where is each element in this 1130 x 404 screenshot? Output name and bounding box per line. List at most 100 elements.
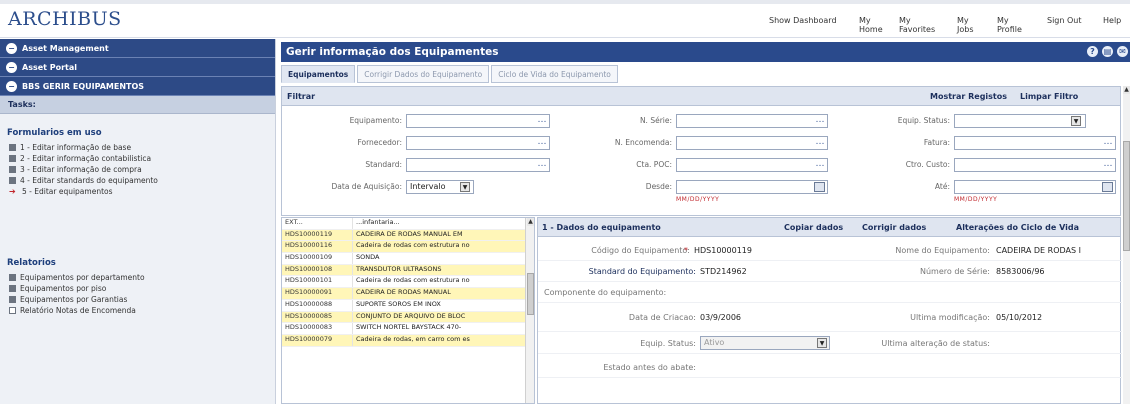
list-item[interactable]: HDS10000108 TRANSDUTOR ULTRASONS	[282, 264, 534, 277]
standard-input[interactable]	[406, 158, 550, 172]
dropdown-arrow-icon[interactable]: ▼	[460, 182, 470, 192]
my-profile-link[interactable]: My Profile	[988, 16, 1038, 34]
equipment-description: Cadeira de rodas, em carro com es	[356, 334, 470, 343]
lookup-icon[interactable]: …	[814, 115, 826, 129]
lifecycle-changes-button[interactable]: Alterações do Ciclo de Vida	[956, 223, 1079, 232]
list-item[interactable]: HDS10000116 Cadeira de rodas com estrutur…	[282, 241, 534, 254]
list-item-selected[interactable]: HDS10000119 CADEIRA DE RODAS MANUAL EM	[282, 229, 534, 242]
module-asset-portal[interactable]: − Asset Portal	[0, 58, 275, 77]
nome-value[interactable]: CADEIRA DE RODAS I	[996, 246, 1081, 255]
tab-ciclo-vida[interactable]: Ciclo de Vida do Equipamento	[491, 65, 618, 83]
list-item[interactable]: HDS10000083 SWITCH NORTEL BAYSTACK 470-	[282, 323, 534, 335]
equipment-description: ...infantaria...	[356, 218, 400, 226]
ultima-status-label: Ultima alteração de status:	[881, 339, 990, 348]
nav-report-3[interactable]: Equipamentos por Garantias	[0, 294, 275, 305]
module-label: Asset Portal	[22, 62, 78, 72]
ate-input[interactable]	[954, 180, 1116, 194]
report-grid-icon	[9, 296, 16, 303]
fatura-input[interactable]	[954, 136, 1116, 150]
lookup-icon[interactable]: …	[814, 159, 826, 173]
detail-header: 1 - Dados do equipamento Copiar dados Co…	[538, 218, 1120, 237]
module-bbs-gerir-equipamentos[interactable]: − BBS GERIR EQUIPAMENTOS	[0, 77, 275, 96]
correct-data-button[interactable]: Corrigir dados	[862, 223, 926, 232]
codigo-value[interactable]: HDS10000119	[694, 246, 752, 255]
nav-form-3[interactable]: 3 - Editar informação de compra	[0, 164, 275, 175]
calendar-icon[interactable]	[814, 182, 825, 192]
forms-section-title: Formularios em uso	[7, 128, 102, 138]
equipamento-label: Equipamento:	[349, 116, 402, 125]
status-select[interactable]: Ativo	[700, 336, 830, 350]
tab-equipamentos[interactable]: Equipamentos	[281, 65, 356, 83]
scroll-up-icon[interactable]: ▲	[1123, 86, 1130, 94]
email-icon[interactable]: ✉	[1117, 46, 1128, 57]
standard-value[interactable]: STD214962	[700, 267, 747, 276]
print-icon[interactable]: ▤	[1102, 46, 1113, 57]
list-item[interactable]: HDS10000109 SONDA	[282, 253, 534, 265]
help-link[interactable]: Help	[1094, 16, 1124, 34]
lookup-icon[interactable]: …	[536, 115, 548, 129]
cta-poc-label: Cta. POC:	[636, 160, 672, 169]
main-scrollbar[interactable]: ▲	[1123, 86, 1130, 404]
n-serie-input[interactable]	[676, 114, 828, 128]
equipment-description: SWITCH NORTEL BAYSTACK 470-	[356, 323, 462, 332]
lookup-icon[interactable]: …	[814, 137, 826, 151]
module-asset-management[interactable]: − Asset Management	[0, 39, 275, 58]
nav-form-label: 4 - Editar standards do equipamento	[20, 176, 158, 185]
list-item[interactable]: HDS10000088 SUPORTE SOROS EM INOX	[282, 299, 534, 312]
equipment-code: HDS10000119	[282, 229, 353, 241]
nav-report-1[interactable]: Equipamentos por departamento	[0, 272, 275, 283]
standard-label: Standard do Equipamento:	[588, 267, 696, 276]
scrollbar-thumb[interactable]	[527, 273, 534, 315]
sign-out-link[interactable]: Sign Out	[1038, 16, 1094, 34]
nav-form-2[interactable]: 2 - Editar informação contabilistica	[0, 153, 275, 164]
page-title: Gerir informação dos Equipamentes	[286, 46, 499, 58]
list-item[interactable]: HDS10000079 Cadeira de rodas, em carro co…	[282, 334, 534, 347]
tab-corrigir-dados[interactable]: Corrigir Dados do Equipamento	[357, 65, 490, 83]
list-item[interactable]: HDS10000101 Cadeira de rodas com estrutur…	[282, 276, 534, 289]
desde-input[interactable]	[676, 180, 828, 194]
nav-report-4[interactable]: Relatório Notas de Encomenda	[0, 305, 275, 316]
clear-filter-button[interactable]: Limpar Filtro	[1020, 92, 1078, 101]
serie-value[interactable]: 8583006/96	[996, 267, 1045, 276]
show-dashboard-link[interactable]: Show Dashboard	[760, 16, 850, 34]
my-home-link[interactable]: My Home	[850, 16, 890, 34]
my-favorites-link[interactable]: My Favorites	[890, 16, 948, 34]
nav-form-label: 5 - Editar equipamentos	[22, 187, 113, 196]
fornecedor-input[interactable]	[406, 136, 550, 150]
cta-poc-input[interactable]	[676, 158, 828, 172]
copy-data-button[interactable]: Copiar dados	[784, 223, 843, 232]
lookup-icon[interactable]: …	[1102, 159, 1114, 173]
lookup-icon[interactable]: …	[536, 137, 548, 151]
nav-form-1[interactable]: 1 - Editar informação de base	[0, 142, 275, 153]
list-scrollbar[interactable]: ▲	[525, 218, 534, 403]
scrollbar-thumb[interactable]	[1123, 141, 1130, 251]
collapse-circle-icon: −	[6, 61, 17, 73]
serie-label: Número de Série:	[920, 267, 990, 276]
scroll-up-icon[interactable]: ▲	[527, 218, 534, 226]
help-icon[interactable]: ?	[1087, 46, 1098, 57]
n-encomenda-input[interactable]	[676, 136, 828, 150]
my-jobs-link[interactable]: My Jobs	[948, 16, 988, 34]
calendar-icon[interactable]	[1102, 182, 1113, 192]
nav-form-label: 2 - Editar informação contabilistica	[20, 154, 152, 163]
nav-report-2[interactable]: Equipamentos por piso	[0, 283, 275, 294]
componente-label: Componente do equipamento:	[544, 288, 667, 297]
module-label: BBS GERIR EQUIPAMENTOS	[22, 81, 145, 91]
dropdown-arrow-icon[interactable]: ▼	[817, 338, 827, 348]
nav-form-5-active[interactable]: ➔ 5 - Editar equipamentos	[0, 186, 275, 197]
lookup-icon[interactable]: …	[536, 159, 548, 173]
list-item[interactable]: HDS10000091 CADEIRA DE RODAS MANUAL	[282, 288, 534, 300]
equipment-description: TRANSDUTOR ULTRASONS	[356, 264, 442, 273]
equip-status-select[interactable]	[954, 114, 1086, 128]
lookup-icon[interactable]: …	[1102, 137, 1114, 151]
list-item[interactable]: HDS10000085 CONJUNTO DE ARQUIVO DE BLOC	[282, 311, 534, 324]
ctro-custo-input[interactable]	[954, 158, 1116, 172]
show-records-button[interactable]: Mostrar Registos	[930, 92, 1007, 101]
estado-label: Estado antes do abate:	[603, 363, 696, 372]
dropdown-arrow-icon[interactable]: ▼	[1071, 116, 1081, 126]
nav-form-4[interactable]: 4 - Editar standards do equipamento	[0, 175, 275, 186]
page-title-bar: Gerir informação dos Equipamentes ? ▤ ✉	[281, 42, 1130, 62]
equipamento-input[interactable]	[406, 114, 550, 128]
equipment-description: SUPORTE SOROS EM INOX	[356, 299, 441, 308]
list-item[interactable]: EXT... ...infantaria...	[282, 218, 534, 230]
